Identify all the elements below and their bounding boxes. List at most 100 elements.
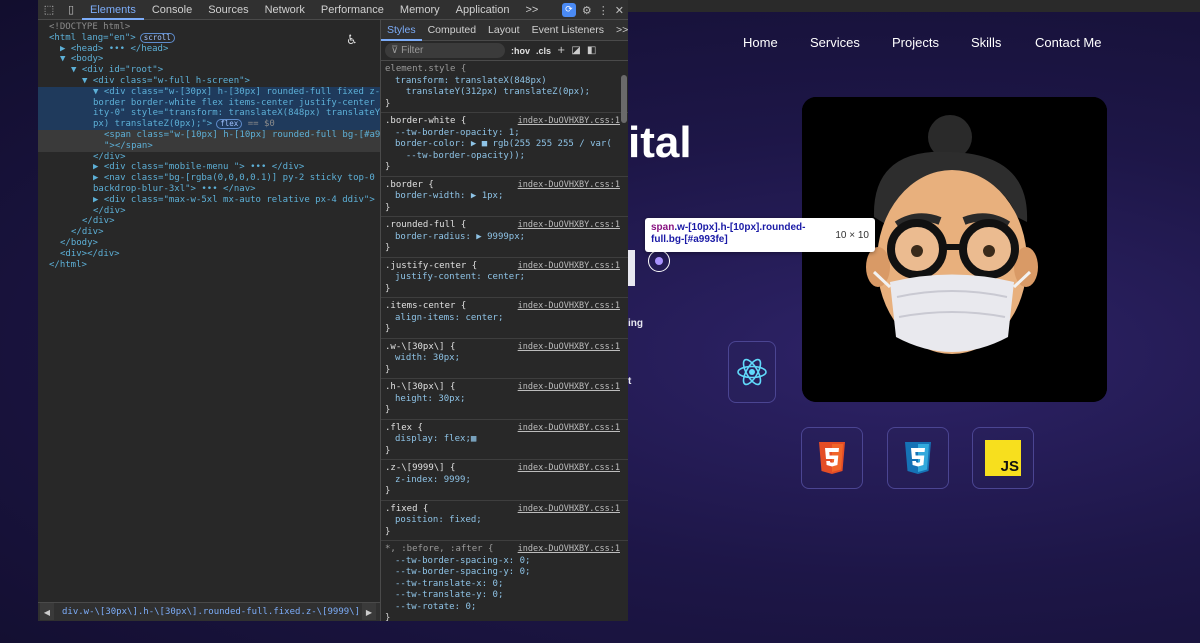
tab-layout[interactable]: Layout [482,20,526,41]
more-tabs-button[interactable]: >> [517,0,546,20]
nav-contact-me[interactable]: Contact Me [1035,35,1101,50]
dom-node-line[interactable]: <html lang="en"> scroll [38,32,380,44]
css-rule[interactable]: element.style {transform: translateX(848… [381,61,628,113]
dom-node-line[interactable]: ▶ <nav class="bg-[rgba(0,0,0,0.1)] py-2 … [38,173,380,184]
css-declaration[interactable]: width: 30px; [385,353,624,365]
css-declaration[interactable]: align-items: center; [385,313,624,325]
css-declaration[interactable]: display: flex;▦ [385,434,624,446]
nav-skills[interactable]: Skills [971,35,1001,50]
toggle-sidebar-icon[interactable]: ◧ [587,45,596,56]
css-rule[interactable]: .border {index-DuOVHXBY.css:1 border-widt… [381,177,628,217]
close-icon[interactable]: ✕ [615,4,624,17]
dom-node-line[interactable]: ▼ <div id="root"> [38,65,380,76]
styles-filter-input[interactable]: ⊽ Filter [385,43,505,58]
breadcrumb-path[interactable]: div.w-\[30px\].h-\[30px\].rounded-full.f… [62,603,362,622]
hov-toggle[interactable]: :hov [511,46,530,56]
css-rule[interactable]: .rounded-full {index-DuOVHXBY.css:1 borde… [381,217,628,258]
css-declaration[interactable]: --tw-translate-x: 0; [385,579,624,591]
node-badge[interactable]: flex [216,119,243,130]
css-declaration[interactable]: --tw-translate-y: 0; [385,590,624,602]
breadcrumb-left-arrow-icon[interactable]: ◀ [40,603,54,620]
dom-node-line[interactable]: ▼ <div class="w-[30px] h-[30px] rounded-… [38,86,380,98]
css-declaration[interactable]: transform: translateX(848px) [385,76,624,88]
css-rule[interactable]: .flex {index-DuOVHXBY.css:1 display: flex… [381,420,628,460]
tab-sources[interactable]: Sources [200,0,256,20]
nav-projects[interactable]: Projects [892,35,939,50]
css-declaration[interactable]: border-radius: ▶ 9999px; [385,232,624,244]
dom-node-line[interactable]: </div> [38,227,380,238]
css-rule[interactable]: .fixed {index-DuOVHXBY.css:1 position: fi… [381,501,628,541]
dom-node-line[interactable]: "></span> [38,140,380,152]
css-source-link[interactable]: index-DuOVHXBY.css:1 [518,382,620,394]
dom-node-line[interactable]: ▼ <div class="w-full h-screen"> [38,76,380,87]
tab-memory[interactable]: Memory [392,0,448,20]
css-source-link[interactable]: index-DuOVHXBY.css:1 [518,180,620,192]
css-source-link[interactable]: index-DuOVHXBY.css:1 [518,463,620,475]
new-rule-button[interactable]: + [557,45,565,56]
css-declaration[interactable]: --tw-border-spacing-x: 0; [385,556,624,568]
dom-node-line[interactable]: <div></div> [38,249,380,260]
skill-card-html5[interactable] [801,427,863,489]
skill-card-react[interactable] [728,341,776,403]
dom-node-line[interactable]: </div> [38,206,380,217]
css-declaration[interactable]: justify-content: center; [385,272,624,284]
dom-node-line[interactable]: </body> [38,238,380,249]
dom-node-line[interactable]: </div> [38,216,380,227]
dom-node-line[interactable]: ity-0" style="transform: translateX(848p… [38,108,380,120]
css-source-link[interactable]: index-DuOVHXBY.css:1 [518,504,620,516]
breadcrumb-right-arrow-icon[interactable]: ▶ [362,603,376,620]
skill-card-css3[interactable] [887,427,949,489]
device-toolbar-icon[interactable]: ▯ [60,0,82,20]
dom-node-line[interactable]: px) translateZ(0px);"> flex == $0 [38,119,380,130]
css-declaration[interactable]: --tw-border-opacity)); [385,151,624,163]
node-badge[interactable]: scroll [139,32,175,43]
css-declaration[interactable]: --tw-border-spacing-y: 0; [385,567,624,579]
css-declaration[interactable]: position: fixed; [385,515,624,527]
css-declaration[interactable]: --tw-rotate: 0; [385,602,624,614]
css-declaration[interactable]: border-color: ▶ ■ rgb(255 255 255 / var( [385,139,624,151]
paint-icon[interactable]: ◪ [571,45,580,56]
css-declaration[interactable]: border-width: ▶ 1px; [385,191,624,203]
css-rule[interactable]: *, :before, :after {index-DuOVHXBY.css:1… [381,541,628,621]
css-declaration[interactable]: z-index: 9999; [385,475,624,487]
kebab-menu-icon[interactable]: ⋮ [598,4,609,17]
settings-gear-icon[interactable]: ⚙ [582,4,592,17]
more-styles-tabs-button[interactable]: >> [610,20,628,41]
cls-toggle[interactable]: .cls [536,46,551,56]
tab-elements[interactable]: Elements [82,0,144,20]
css-source-link[interactable]: index-DuOVHXBY.css:1 [518,301,620,313]
css-rule[interactable]: .items-center {index-DuOVHXBY.css:1 align… [381,298,628,339]
css-source-link[interactable]: index-DuOVHXBY.css:1 [518,544,620,556]
css-declaration[interactable]: translateY(312px) translateZ(0px); [385,87,624,99]
inspect-element-icon[interactable]: ⬚ [38,0,60,20]
css-rule[interactable]: .w-\[30px\] {index-DuOVHXBY.css:1 width: … [381,339,628,379]
dom-node-line[interactable]: </div> [38,152,380,163]
dom-node-line[interactable]: ▼ <body> [38,54,380,65]
tab-event-listeners[interactable]: Event Listeners [526,20,610,41]
dom-node-line[interactable]: ▶ <div class="mobile-menu "> ••• </div> [38,162,380,173]
css-rule[interactable]: .border-white {index-DuOVHXBY.css:1 --tw-… [381,113,628,177]
nav-home[interactable]: Home [743,35,778,50]
dom-node-line[interactable]: <span class="w-[10px] h-[10px] rounded-f… [38,129,380,141]
tab-application[interactable]: Application [448,0,518,20]
styles-scrollbar[interactable] [621,75,627,123]
dom-node-line[interactable]: ▶ <head> ••• </head> [38,44,380,55]
css-declaration[interactable]: height: 30px; [385,394,624,406]
css-rule[interactable]: .h-\[30px\] {index-DuOVHXBY.css:1 height:… [381,379,628,420]
dom-node-line[interactable]: backdrop-blur-3xl"> ••• </nav> [38,184,380,195]
css-source-link[interactable]: index-DuOVHXBY.css:1 [518,220,620,232]
dom-node-line[interactable]: border border-white flex items-center ju… [38,97,380,109]
css-source-link[interactable]: index-DuOVHXBY.css:1 [518,261,620,273]
css-rule[interactable]: .z-\[9999\] {index-DuOVHXBY.css:1 z-index… [381,460,628,501]
tab-performance[interactable]: Performance [313,0,392,20]
dom-node-line[interactable]: ▶ <div class="max-w-5xl mx-auto relative… [38,195,380,206]
css-declaration[interactable]: --tw-border-opacity: 1; [385,128,624,140]
css-source-link[interactable]: index-DuOVHXBY.css:1 [518,423,620,435]
css-rule[interactable]: .justify-center {index-DuOVHXBY.css:1 jus… [381,258,628,298]
tab-computed[interactable]: Computed [422,20,482,41]
dom-node-line[interactable]: </html> [38,260,380,271]
skill-card-javascript[interactable]: JS [972,427,1034,489]
dom-node-line[interactable]: <!DOCTYPE html> [38,22,380,33]
css-source-link[interactable]: index-DuOVHXBY.css:1 [518,342,620,354]
tab-console[interactable]: Console [144,0,200,20]
